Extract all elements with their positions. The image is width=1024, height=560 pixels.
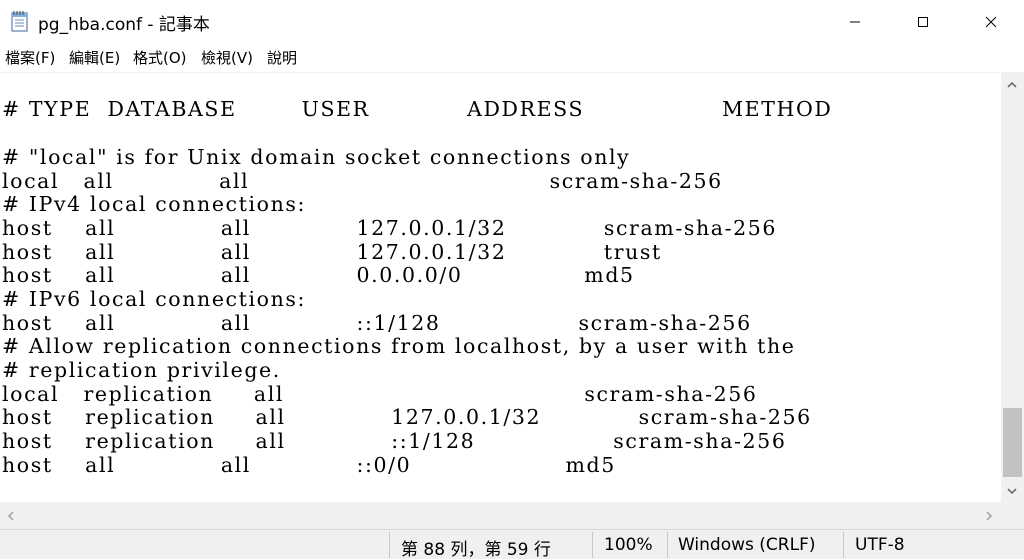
line-ending: Windows (CRLF) — [678, 535, 816, 555]
status-divider — [667, 532, 668, 558]
text-line: host all all ::0/0 md5 — [2, 453, 616, 477]
text-line: # TYPE DATABASE USER ADDRESS METHOD — [2, 97, 833, 121]
menu-edit[interactable]: 編輯(E) — [69, 47, 120, 68]
title-bar[interactable]: pg_hba.conf - 記事本 — [0, 0, 1024, 43]
maximize-button[interactable] — [900, 0, 946, 43]
text-line: # Allow replication connections from loc… — [2, 334, 796, 358]
minimize-icon — [850, 21, 860, 22]
text-line: host all all ::1/128 scram-sha-256 — [2, 311, 752, 335]
zoom-level: 100% — [604, 535, 653, 555]
text-editor[interactable]: # TYPE DATABASE USER ADDRESS METHOD # "l… — [0, 72, 1001, 503]
text-line: host all all 127.0.0.1/32 scram-sha-256 — [2, 216, 778, 240]
close-icon — [985, 16, 997, 27]
text-line: # IPv4 local connections: — [2, 192, 307, 216]
minimize-button[interactable] — [832, 0, 878, 43]
text-line: local replication all scram-sha-256 — [2, 382, 758, 406]
vertical-scroll-thumb[interactable] — [1003, 408, 1022, 477]
status-divider — [592, 532, 593, 558]
status-divider — [389, 532, 390, 558]
status-divider — [843, 532, 844, 558]
maximize-icon — [918, 16, 928, 27]
horizontal-scrollbar[interactable] — [0, 502, 1001, 529]
text-line: host replication all ::1/128 scram-sha-2… — [2, 429, 787, 453]
menu-view[interactable]: 檢視(V) — [201, 47, 253, 68]
encoding: UTF-8 — [855, 535, 905, 555]
menu-format[interactable]: 格式(O) — [133, 47, 187, 68]
scroll-right-icon[interactable] — [984, 510, 994, 522]
text-line: host all all 0.0.0.0/0 md5 — [2, 263, 635, 287]
text-line: local all all scram-sha-256 — [2, 169, 723, 193]
scroll-down-icon[interactable] — [1006, 486, 1018, 496]
text-line: host replication all 127.0.0.1/32 scram-… — [2, 405, 812, 429]
scroll-up-icon[interactable] — [1006, 80, 1018, 90]
text-line: # "local" is for Unix domain socket conn… — [2, 145, 631, 169]
menu-help[interactable]: 說明 — [267, 47, 297, 68]
scroll-left-icon[interactable] — [6, 510, 16, 522]
close-button[interactable] — [968, 0, 1014, 43]
status-bar: 第 88 列，第 59 行 100% Windows (CRLF) UTF-8 — [0, 529, 1024, 560]
window-title: pg_hba.conf - 記事本 — [38, 15, 210, 35]
menu-bar: 檔案(F) 編輯(E) 格式(O) 檢視(V) 說明 — [0, 43, 1024, 71]
text-line: # replication privilege. — [2, 358, 281, 382]
text-line: # IPv6 local connections: — [2, 287, 307, 311]
notepad-icon — [11, 11, 28, 32]
menu-file[interactable]: 檔案(F) — [5, 47, 55, 68]
scrollbar-corner — [1001, 502, 1024, 529]
text-line: host all all 127.0.0.1/32 trust — [2, 240, 662, 264]
cursor-position: 第 88 列，第 59 行 — [401, 540, 551, 560]
